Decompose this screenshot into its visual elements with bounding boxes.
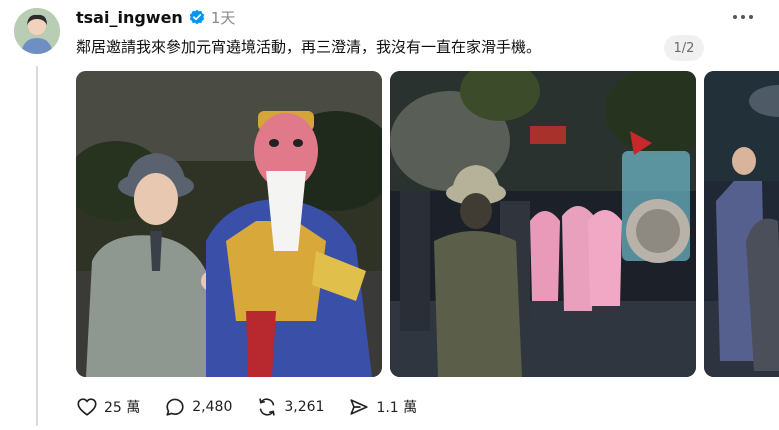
repost-icon [259,398,276,416]
carousel-pager: 1/2 [664,35,704,61]
repost-count: 3,261 [284,399,325,415]
like-count: 25 萬 [104,400,141,416]
share-icon [350,399,369,415]
heart-icon [77,398,97,416]
post-header: tsai_ingwen 1天 [76,6,235,28]
comment-count: 2,480 [192,399,233,415]
photo-woman-with-deity-puppet[interactable] [76,71,382,377]
comment-icon [166,398,184,416]
avatar[interactable] [14,8,60,54]
thread-line [36,66,38,426]
image-carousel[interactable] [76,71,779,377]
username[interactable]: tsai_ingwen [76,8,183,27]
comment-button[interactable]: 2,480 [164,396,232,418]
post-time: 1天 [210,8,236,27]
share-button[interactable]: 1.1 萬 [348,396,417,418]
photo-procession-partial[interactable] [704,71,779,377]
post-actions: 25 萬 2,480 3,261 1.1 萬 [76,394,441,420]
more-options-icon[interactable] [729,8,757,26]
like-button[interactable]: 25 萬 [76,396,140,418]
post-caption: 鄰居邀請我來參加元宵遶境活動，再三澄清，我沒有一直在家滑手機。 [76,38,542,56]
share-count: 1.1 萬 [376,400,418,416]
verified-badge-icon [189,9,205,25]
photo-night-procession[interactable] [390,71,696,377]
repost-button[interactable]: 3,261 [256,396,324,418]
